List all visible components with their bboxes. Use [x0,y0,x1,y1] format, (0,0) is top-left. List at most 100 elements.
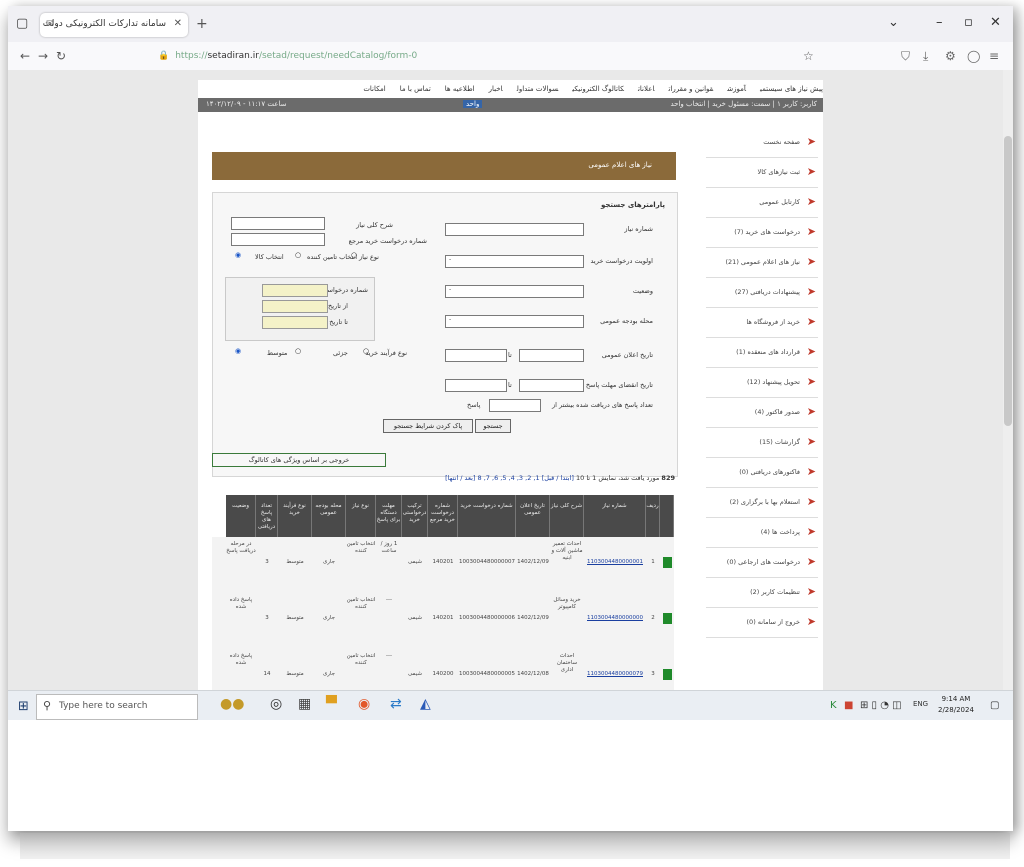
language-indicator[interactable]: ENG [913,700,928,708]
sidebar-item[interactable]: ➤ تحویل پیشنهاد (12) [706,368,818,398]
task-view-icon[interactable]: ◎ [270,696,282,712]
firefox-icon[interactable]: ◉ [358,696,370,712]
sidebar-item[interactable]: ➤ استعلام بها با برگزاری (2) [706,488,818,518]
table-cell-need[interactable]: 1103004480000001 [584,559,646,566]
table-cell-desc: خرید وسائل کامپیوتر [553,597,581,610]
tab-list-icon[interactable]: ⌄ [888,15,899,30]
sidebar-item[interactable]: ➤ درخواست های خرید (7) [706,218,818,248]
deadline-to[interactable] [445,379,507,392]
tray-app-icon[interactable]: ■ [844,700,853,711]
sidebar-item[interactable]: ➤ کارتابل عمومی [706,188,818,218]
pager-prev[interactable]: [ابتدا / قبل] [542,474,574,482]
widgets-icon[interactable]: ▦ [298,696,311,712]
sidebar-item[interactable]: ➤ خروج از سامانه (0) [706,608,818,638]
table-row[interactable]: 1 1103004480000001 احداث تعمیر ماشین آلات … [212,537,674,594]
budget-select[interactable]: - [445,315,584,328]
new-tab-icon[interactable]: + [196,16,208,32]
top-menu-item[interactable]: تماس با ما [400,85,431,93]
app-icon[interactable]: ⇄ [390,696,402,712]
sidebar-item[interactable]: ➤ صدور فاکتور (4) [706,398,818,428]
top-menu-item[interactable]: قوانین و مقررات [668,85,713,93]
request-no-input[interactable] [262,284,328,297]
back-icon[interactable]: ← [20,49,30,63]
table-header[interactable]: شماره نیاز [584,495,646,537]
priority-select[interactable]: - [445,255,584,268]
browser-tab[interactable]: ✉ سامانه تدارکات الکترونیکی دولت ✕ [40,13,188,37]
table-cell-process: متوسط [286,615,304,621]
need-type-radio-2[interactable]: ○ [295,251,301,259]
clock[interactable]: 9:14 AM 2/28/2024 [938,694,974,716]
user-info[interactable]: کاربر: کاربر ۱ | سمت: مسئول خرید | انتخا… [670,100,817,108]
sidebar-item[interactable]: ➤ قرارداد های منعقده (1) [706,338,818,368]
bookmark-star-icon[interactable]: ☆ [803,49,814,63]
table-header: مهلت دستگاه برای پاسخ [376,495,402,537]
process-radio-1[interactable]: ○ [363,347,369,355]
deadline-from[interactable] [519,379,584,392]
table-cell-need[interactable]: 1103004480000079 [584,671,646,678]
pager-next[interactable]: [بعد / انتها] [445,474,475,482]
sidebar-item[interactable]: ➤ پرداخت ها (4) [706,518,818,548]
sidebar-toggle-icon[interactable]: ▢ [16,16,28,31]
table-header[interactable]: تاریخ اعلان عمومی [516,495,550,537]
windows-start-icon[interactable]: ⊞ [18,699,29,714]
address-bar[interactable]: 🔒 https://setadiran.ir/setad/request/need… [158,46,818,66]
sidebar-item[interactable]: ➤ پیشنهادات دریافتی (27) [706,278,818,308]
download-icon[interactable]: ⤓ [923,49,928,64]
tray-icons[interactable]: ⊞ ▯ ◔ ◫ [860,700,902,711]
app2-icon[interactable]: ◭ [420,696,431,712]
from-date-input[interactable] [262,300,328,313]
weather-icon[interactable]: ●● [220,696,244,712]
top-menu-item[interactable]: امکانات [363,85,385,93]
top-menu-item[interactable]: کاتالوگ الکترونیکی [572,85,624,93]
search-button[interactable]: جستجو [475,419,511,433]
request-num-input[interactable] [231,233,325,246]
taskbar-search[interactable]: ⚲ Type here to search [36,694,198,720]
top-menu-item[interactable]: پیش نیاز های سیستمی [760,85,823,93]
scrollbar-thumb[interactable] [1004,136,1012,426]
arrow-icon: ➤ [806,375,816,388]
table-row[interactable]: 2 1103004480000000 خرید وسائل کامپیوتر 1402… [212,593,674,650]
sidebar-item[interactable]: ➤ گزارشات (15) [706,428,818,458]
reset-button[interactable]: پاک کردن شرایط جستجو [383,419,473,433]
notification-icon[interactable]: ▢ [990,700,999,711]
reload-icon[interactable]: ↻ [56,49,66,63]
need-number-input[interactable] [445,223,584,236]
sidebar-item[interactable]: ➤ صفحه نخست [706,128,818,158]
sidebar-item[interactable]: ➤ درخواست های ارجاعی (0) [706,548,818,578]
extensions-icon[interactable]: ⚙ [945,49,956,63]
to-date-input[interactable] [262,316,328,329]
announce-date-from[interactable] [519,349,584,362]
pager-pages[interactable]: 1, 2, 3, 4, 5, 6, 7, 8 [478,474,540,482]
forward-icon[interactable]: → [38,49,48,63]
need-title-input[interactable] [231,217,325,230]
shield-icon[interactable]: ⛉ [901,49,910,64]
windows-taskbar: ⊞ ⚲ Type here to search ●● ◎ ▦ ▀ ◉ ⇄ ◭ K… [8,690,1013,721]
tray-k-icon[interactable]: K [830,700,837,711]
sidebar-item[interactable]: ➤ فاکتورهای دریافتی (0) [706,458,818,488]
close-tab-icon[interactable]: ✕ [174,18,182,29]
announce-date-to[interactable] [445,349,507,362]
need-type-radio-3[interactable]: ◉ [235,251,241,259]
top-menu-item[interactable]: اخبار [489,85,503,93]
process-radio-3[interactable]: ◉ [235,347,241,355]
sidebar-item[interactable]: ➤ نیاز های اعلام عمومی (21) [706,248,818,278]
sidebar-item[interactable]: ➤ تنظیمات کاربر (2) [706,578,818,608]
account-icon[interactable]: ◯ [967,49,980,63]
file-explorer-icon[interactable]: ▀ [326,696,337,712]
table-cell-need[interactable]: 1103004480000000 [584,615,646,622]
menu-icon[interactable]: ≡ [989,49,999,63]
top-menu-item[interactable]: سوالات متداول [517,85,559,93]
maximize-icon[interactable]: ▫ [964,15,973,30]
minimize-icon[interactable]: – [936,15,943,30]
top-menu-item[interactable]: اعلانات [638,85,655,93]
export-button[interactable]: خروجی بر اساس ویژگی های کاتالوگ [212,453,386,467]
process-radio-2[interactable]: ○ [295,347,301,355]
top-menu-item[interactable]: آموزش [727,85,746,93]
unit-selector[interactable]: واحد [463,100,483,108]
status-select[interactable]: - [445,285,584,298]
close-window-icon[interactable]: ✕ [990,15,1001,30]
answers-input[interactable] [489,399,541,412]
sidebar-item[interactable]: ➤ خرید از فروشگاه ها [706,308,818,338]
sidebar-item[interactable]: ➤ ثبت نیازهای کالا [706,158,818,188]
top-menu-item[interactable]: اطلاعیه ها [445,85,475,93]
